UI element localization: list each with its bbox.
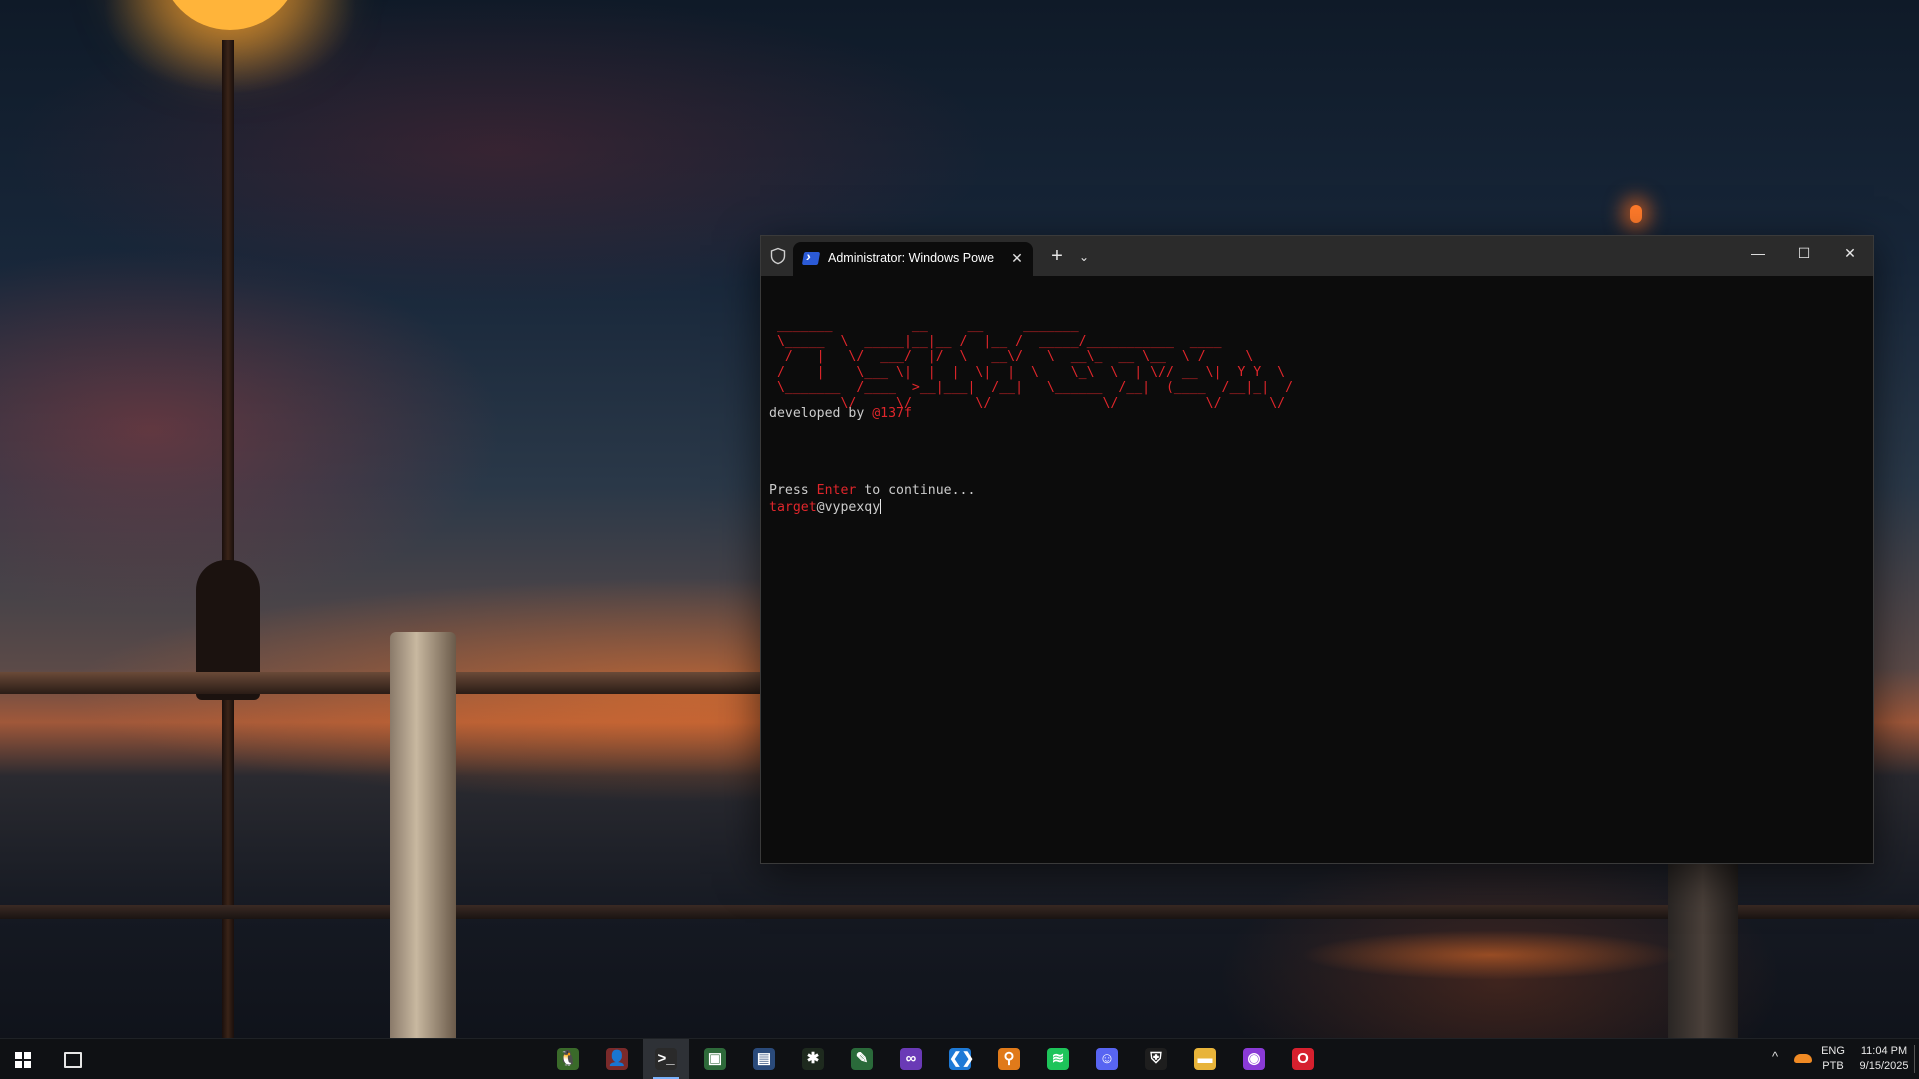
credit-prefix: developed by [769, 406, 873, 421]
app-avatar-icon: 👤 [606, 1048, 628, 1070]
app-penguin-taskbar-button[interactable]: 🐧 [545, 1039, 591, 1079]
vscode-taskbar-button[interactable]: ❮❯ [937, 1039, 983, 1079]
language-layout: PTB [1822, 1060, 1844, 1072]
spotify-taskbar-button[interactable]: ≋ [1035, 1039, 1081, 1079]
tab-powershell[interactable]: Administrator: Windows Powe ✕ [793, 242, 1033, 276]
app-tool-icon: ✎ [851, 1048, 873, 1070]
onedrive-cloud-icon[interactable] [1794, 1054, 1812, 1063]
mask-app-icon: ◉ [1243, 1048, 1265, 1070]
clock-date: 9/15/2025 [1859, 1060, 1909, 1072]
discord-icon: ☺ [1096, 1048, 1118, 1070]
input-value[interactable]: @vypexqy [817, 500, 881, 515]
search-tool-icon: ⚲ [998, 1048, 1020, 1070]
ascii-banner: _______ __ __ _______ \_____ \ _____|__|… [776, 318, 1294, 411]
app-bug-taskbar-button[interactable]: ✱ [790, 1039, 836, 1079]
start-button[interactable] [0, 1039, 46, 1079]
tray-chevron-up-icon[interactable]: ^ [1772, 1049, 1778, 1064]
shield-icon [770, 247, 786, 265]
discord-taskbar-button[interactable]: ☺ [1084, 1039, 1130, 1079]
distant-light [1630, 205, 1642, 223]
spotify-icon: ≋ [1047, 1048, 1069, 1070]
mask-app-taskbar-button[interactable]: ◉ [1231, 1039, 1277, 1079]
minimize-button[interactable]: — [1735, 236, 1781, 270]
input-line[interactable]: target@vypexqy [769, 499, 882, 516]
language-indicator[interactable]: ENG PTB [1816, 1044, 1850, 1076]
close-tab-icon[interactable]: ✕ [1007, 248, 1027, 268]
terminal-window[interactable]: Administrator: Windows Powe ✕ + ⌄ — ☐ ✕ … [760, 235, 1874, 864]
prompt-key: Enter [816, 483, 857, 498]
windows-logo-icon [15, 1052, 31, 1068]
search-tool-taskbar-button[interactable]: ⚲ [986, 1039, 1032, 1079]
language-primary: ENG [1821, 1045, 1845, 1057]
close-window-button[interactable]: ✕ [1827, 236, 1873, 270]
opera-icon: O [1292, 1048, 1314, 1070]
credit-line: developed by @137f [769, 406, 912, 422]
credit-handle: @137f [872, 406, 912, 421]
prompt-rest: to continue... [856, 483, 976, 498]
visual-studio-taskbar-button[interactable]: ∞ [888, 1039, 934, 1079]
show-desktop-button[interactable] [1914, 1045, 1915, 1073]
maximize-button[interactable]: ☐ [1781, 236, 1827, 270]
app-remote-taskbar-button[interactable]: ▤ [741, 1039, 787, 1079]
pier-railing-lower [0, 905, 1919, 919]
press-enter-line: Press Enter to continue... [769, 483, 975, 499]
file-explorer-icon: ▬ [1194, 1048, 1216, 1070]
new-tab-button[interactable]: + [1046, 246, 1068, 268]
task-view-button[interactable] [50, 1039, 94, 1079]
app-monitor-icon: ▣ [704, 1048, 726, 1070]
app-remote-icon: ▤ [753, 1048, 775, 1070]
terminal-taskbar-button[interactable]: >_ [643, 1039, 689, 1079]
pier-railing [0, 672, 760, 694]
terminal-output[interactable]: _______ __ __ _______ \_____ \ _____|__|… [769, 286, 1859, 846]
clock[interactable]: 11:04 PM 9/15/2025 [1852, 1044, 1916, 1076]
vscode-icon: ❮❯ [949, 1048, 974, 1070]
file-explorer-taskbar-button[interactable]: ▬ [1182, 1039, 1228, 1079]
prompt-press: Press [769, 483, 817, 498]
terminal-icon: >_ [655, 1048, 677, 1070]
pier-pillar [390, 632, 456, 1062]
title-bar[interactable]: Administrator: Windows Powe ✕ + ⌄ — ☐ ✕ [761, 236, 1873, 276]
app-tool-taskbar-button[interactable]: ✎ [839, 1039, 885, 1079]
app-bug-icon: ✱ [802, 1048, 824, 1070]
clock-time: 11:04 PM [1860, 1045, 1908, 1057]
tab-title: Administrator: Windows Powe [828, 251, 995, 265]
powershell-icon [801, 252, 821, 265]
taskbar: 🐧 👤 >_ ▣ ▤ ✱ ✎ ∞ ❮❯ ⚲ ≋ ☺ ⛨ ▬ ◉ O ^ ENG PTB 11:04 PM 9/… [0, 1038, 1919, 1079]
shield-app-icon: ⛨ [1145, 1048, 1167, 1070]
opera-taskbar-button[interactable]: O [1280, 1039, 1326, 1079]
text-cursor [880, 499, 882, 514]
water-reflection [1300, 930, 1680, 980]
street-lamp-post [222, 40, 234, 1040]
app-avatar-taskbar-button[interactable]: 👤 [594, 1039, 640, 1079]
app-monitor-taskbar-button[interactable]: ▣ [692, 1039, 738, 1079]
visual-studio-icon: ∞ [900, 1048, 922, 1070]
shield-app-taskbar-button[interactable]: ⛨ [1133, 1039, 1179, 1079]
app-penguin-icon: 🐧 [557, 1048, 579, 1070]
task-view-icon [64, 1052, 82, 1068]
chevron-down-icon[interactable]: ⌄ [1074, 246, 1094, 268]
input-label: target [769, 500, 817, 515]
